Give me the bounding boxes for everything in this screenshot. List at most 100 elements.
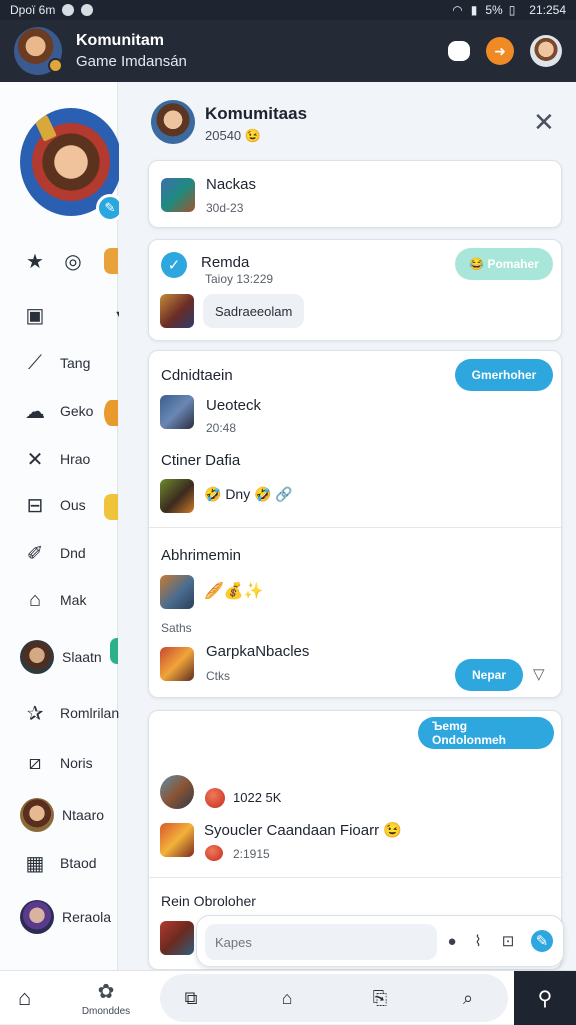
- nav-communities[interactable]: ✿ Dmonddes: [76, 979, 136, 1017]
- nav-communities-label: Dmonddes: [81, 1006, 131, 1017]
- folder-icon: ▣: [25, 304, 45, 327]
- app-subtitle: Game Imdansán: [76, 53, 187, 70]
- post-line: Ctiner Dafia: [161, 452, 241, 469]
- sidebar-item-label: Btaod: [60, 855, 97, 871]
- attach-icon[interactable]: ⌇: [467, 930, 489, 952]
- nepar-button[interactable]: Nepar: [455, 659, 523, 691]
- sidebar-item-label: Reraola: [62, 909, 112, 925]
- frame-icon: ⧄: [28, 751, 42, 774]
- small-label: Saths: [161, 621, 192, 635]
- post-title: Syoucler Caandaan Fioarr 😉: [204, 822, 402, 839]
- sidebar-item-noris[interactable]: ⧄ Noris: [22, 750, 93, 776]
- sidebar-item-mak[interactable]: ⌂ Mak: [22, 587, 87, 613]
- forward-icon[interactable]: ➜: [486, 37, 514, 65]
- gmerhoher-button[interactable]: Gmerhoher: [455, 359, 553, 391]
- image-icon[interactable]: ⧉: [178, 986, 204, 1010]
- peek-icon: [104, 400, 118, 426]
- community-panel: Komumitaas 20540 😉 ✕ Nackas 30d-23 ✓ Rem…: [119, 82, 576, 970]
- card-remda[interactable]: ✓ Remda Taioy 13:229 😂 Pomaher Sadraeeol…: [148, 239, 562, 341]
- app-title: Komunitam: [76, 32, 164, 49]
- sidebar-item-reraola[interactable]: Reraola: [20, 900, 111, 934]
- clock: 21:254: [529, 3, 566, 17]
- sidebar-item-geko[interactable]: ☁ Geko: [22, 398, 93, 424]
- chevron-down-icon[interactable]: ▽: [533, 665, 545, 683]
- peek-icon: [110, 638, 118, 664]
- reaction-icon: [205, 845, 223, 861]
- profile-avatar[interactable]: [530, 35, 562, 67]
- grid-icon: ▦: [25, 852, 45, 875]
- app-bar: Komunitam Game Imdansán ➜: [0, 20, 576, 82]
- sidebar-item-dnd[interactable]: ✐ Dnd: [22, 540, 86, 566]
- panel-subtitle: 20540 😉: [205, 128, 261, 143]
- card-nackas[interactable]: Nackas 30d-23: [148, 160, 562, 228]
- panel-avatar[interactable]: [151, 100, 195, 144]
- signal-icon: ▮: [470, 3, 478, 17]
- broom-icon: ⟋: [28, 351, 42, 374]
- pen-icon: ✐: [26, 542, 44, 565]
- location-icon[interactable]: ◎: [60, 248, 86, 274]
- sidebar-item-label: Tang: [60, 355, 91, 371]
- avatar: [20, 798, 54, 832]
- divider: [149, 527, 563, 528]
- battery-text: 5%: [485, 3, 503, 17]
- box-icon: ⊟: [26, 494, 44, 517]
- sidebar-item-romlrilan[interactable]: ✰ Romlrilan: [22, 700, 120, 726]
- sidebar-item-label: Slaatn: [62, 649, 102, 665]
- sidebar-item-label: Romlrilan: [60, 705, 120, 721]
- star-icon[interactable]: ★: [22, 248, 48, 274]
- sidebar-dropdown[interactable]: ▣ ▼: [22, 302, 125, 328]
- home-icon[interactable]: ⌂: [18, 985, 31, 1011]
- card-thread: Cdnidtaein Gmerhoher Ueoteck 20:48 Ctine…: [148, 350, 563, 698]
- bottom-nav: ⌂ ✿ Dmonddes ⧉ ⌂ ⎘ ⌕ ⚲: [0, 970, 576, 1025]
- status-left-text: Dрої 6m: [10, 3, 56, 17]
- peek-icon: [104, 248, 118, 274]
- status-bar: Dрої 6m ◠ ▮ 5% ▯ 21:254: [0, 0, 576, 20]
- user-avatar: [160, 395, 194, 429]
- sidebar-item-label: Hrao: [60, 451, 91, 467]
- star-icon: ✰: [26, 702, 44, 725]
- communities-icon: ✿: [97, 981, 115, 1003]
- user-avatar: [160, 823, 194, 857]
- check-icon: ✓: [161, 252, 187, 278]
- sidebar-item-btaod[interactable]: ▦ Btaod: [22, 850, 97, 876]
- search-icon[interactable]: ⌕: [455, 986, 481, 1010]
- close-icon[interactable]: ✕: [533, 109, 555, 135]
- user-avatar: [160, 294, 194, 328]
- pomaher-button[interactable]: 😂 Pomaher: [455, 248, 553, 280]
- alert-icon: [81, 4, 94, 16]
- sidebar-item-tang[interactable]: ⟋ Tang: [22, 350, 90, 376]
- avatar: [20, 640, 54, 674]
- post-time: 20:48: [206, 421, 237, 435]
- sidebar-item-label: Geko: [60, 403, 94, 419]
- user-avatar: [160, 479, 194, 513]
- sidebar-item-hrao[interactable]: ✕ Hrao: [22, 446, 91, 472]
- ondolonmeh-button[interactable]: Ъemg Ondolonmeh: [418, 717, 554, 749]
- emoji-row: 🥖💰✨: [204, 583, 264, 600]
- post-stat-2: 2:1915: [233, 847, 270, 861]
- book-icon[interactable]: ⎘: [367, 986, 393, 1010]
- reply-chip[interactable]: Sadraeeolam: [203, 294, 305, 328]
- reaction-text: 🤣 Dny 🤣 🔗: [204, 486, 293, 502]
- cross-icon: ✕: [26, 448, 44, 471]
- pin-icon[interactable]: ⚲: [514, 971, 576, 1025]
- post-stat: 1022 5K: [233, 790, 282, 805]
- house-icon[interactable]: ⌂: [274, 986, 300, 1010]
- avatar: [20, 900, 54, 934]
- sidebar-item-ntaaro[interactable]: Ntaaro: [20, 798, 104, 832]
- sidebar-item-ous[interactable]: ⊟ Ous: [22, 492, 86, 518]
- user-avatar: [160, 921, 194, 955]
- message-input[interactable]: [205, 924, 437, 960]
- message-composer: ● ⌇ ⊡ ✎: [196, 915, 564, 967]
- bomb-icon[interactable]: ●: [441, 930, 463, 952]
- card-name: Nackas: [206, 176, 257, 193]
- community-avatar[interactable]: [14, 27, 63, 75]
- post-meta: Ctks: [206, 669, 230, 683]
- sidebar: ✎ ★ ◎ ▣ ▼ ⟋ Tang ☁ Geko ✕ Hrao ⊟ Ous ✐ D…: [0, 82, 125, 970]
- send-icon[interactable]: ✎: [531, 930, 553, 952]
- card-time: Taioy 13:229: [205, 272, 274, 286]
- chat-icon[interactable]: [448, 41, 470, 61]
- sidebar-item-label: Mak: [60, 592, 87, 608]
- camera-icon[interactable]: ⊡: [497, 930, 519, 952]
- sidebar-item-slaatn[interactable]: Slaatn: [20, 640, 102, 674]
- game-thumbnail: [161, 178, 195, 212]
